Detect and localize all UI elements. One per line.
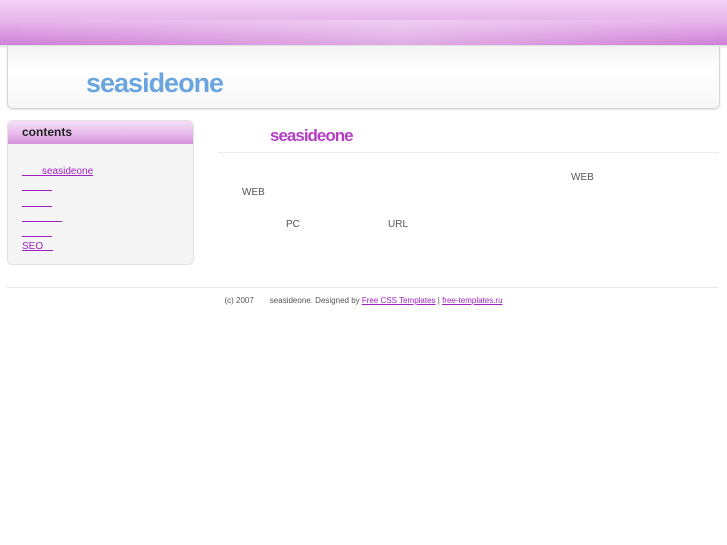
sidebar-header: contents [8,121,193,144]
site-logo[interactable]: seasideone [86,68,224,99]
content-text-web-2: WEB [242,187,265,198]
sidebar-link-4[interactable] [22,208,62,223]
sidebar-link-5[interactable] [22,223,52,238]
page-title: seasideone [270,126,354,145]
sidebar-link-seo[interactable]: SEO [22,237,53,252]
footer-link-free-templates-ru[interactable]: free-templates.ru [442,296,502,305]
site-header: seasideone [7,46,720,109]
footer-divider [7,287,718,288]
content-text-pc: PC [286,219,300,230]
content-text-web-1: WEB [571,172,594,183]
footer-link-free-css-templates[interactable]: Free CSS Templates [362,296,436,305]
title-divider [218,152,719,153]
sidebar-link-2[interactable] [22,177,52,192]
footer: (c) 2007 seasideone. Designed by Free CS… [0,295,727,306]
content-text-url: URL [388,219,409,230]
sidebar: contents seasideone SEO [7,120,194,265]
footer-copyright: (c) 2007 seasideone. Designed by [224,296,362,305]
top-banner [0,0,727,45]
sidebar-link-seasideone[interactable]: seasideone [22,162,93,177]
sidebar-title: contents [22,125,73,139]
sidebar-link-3[interactable] [22,193,52,208]
top-banner-glow [0,20,727,45]
